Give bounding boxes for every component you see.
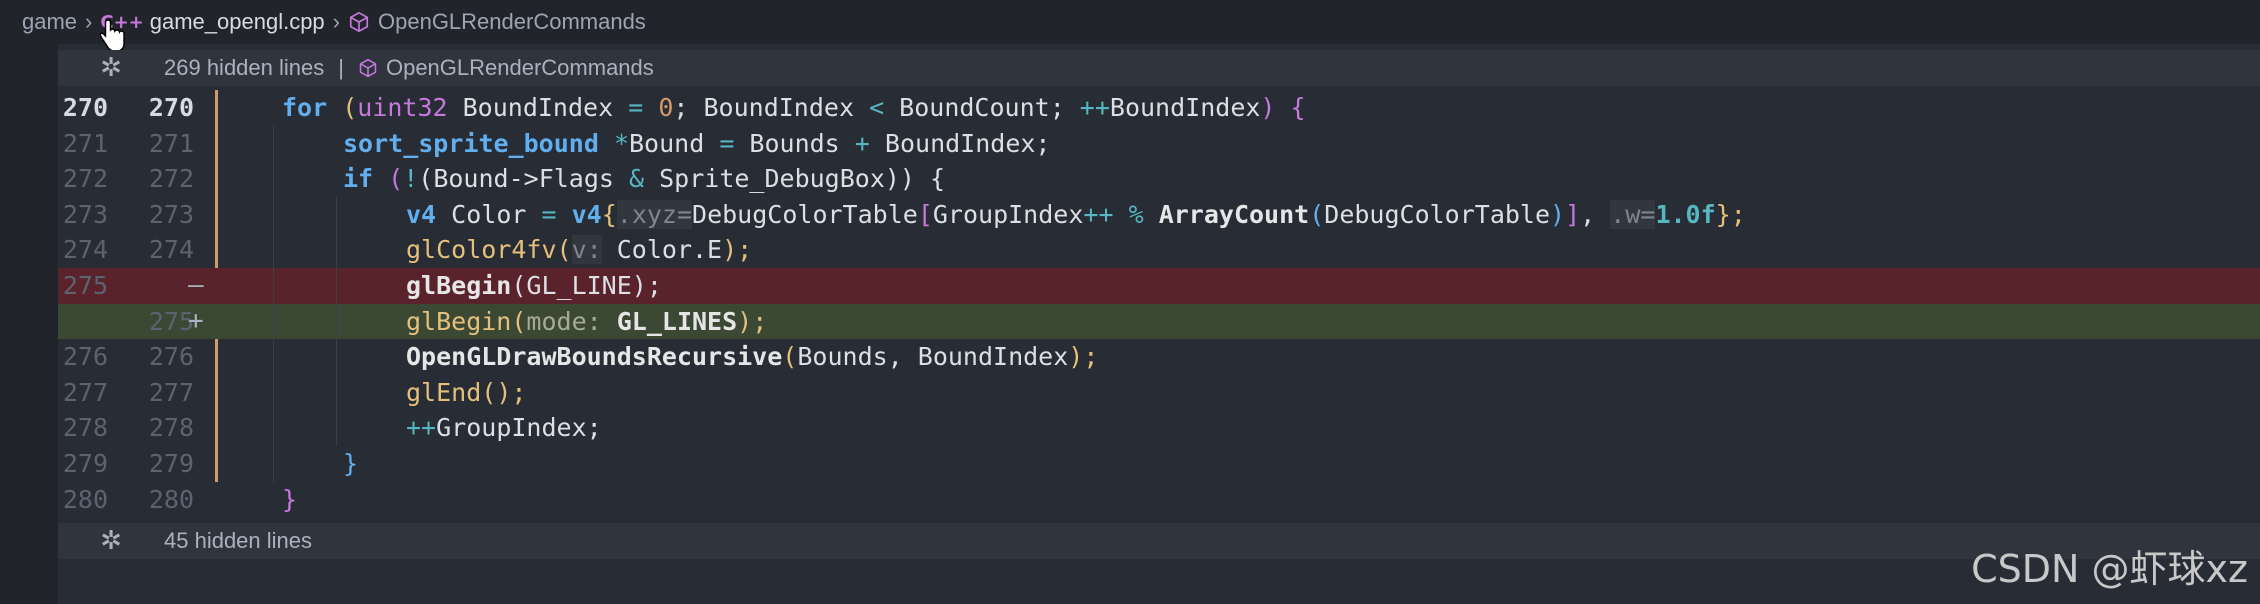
line-number-old: 273 — [62, 199, 108, 229]
code-area[interactable]: 270 270 for (uint32 BoundIndex = 0; Boun… — [58, 90, 2260, 522]
indent-guide — [273, 374, 274, 411]
chevron-right-icon: › — [85, 9, 93, 34]
line-number-new: 279 — [148, 449, 194, 478]
code-text: } — [282, 484, 298, 514]
modified-gutter-marker — [215, 125, 218, 162]
hidden-lines-count: 269 hidden lines — [164, 55, 325, 80]
line-number-old: 272 — [62, 164, 108, 194]
code-text: glColor4fv(v: Color.E); — [406, 235, 753, 265]
diff-editor: game › C++ game_opengl.cpp › OpenGLRende… — [0, 0, 2260, 604]
editor-left-margin — [0, 44, 58, 604]
code-line: 277 277 glEnd(); — [58, 374, 2260, 411]
indent-guide — [273, 303, 274, 340]
code-line: 272 272 if (!(Bound->Flags & Sprite_Debu… — [58, 161, 2260, 197]
line-number-old: 280 — [62, 484, 108, 514]
code-text: } — [343, 449, 359, 478]
code-line: 274 274 glColor4fv(v: Color.E); — [58, 232, 2260, 268]
line-number-new: 280 — [148, 484, 194, 514]
code-line: 280 280 } — [58, 482, 2260, 518]
code-line: 278 278 ++GroupIndex; — [58, 410, 2260, 446]
indent-guide — [273, 410, 274, 446]
code-text: sort_sprite_bound *Bound = Bounds + Boun… — [343, 128, 1051, 158]
indent-guide — [336, 303, 337, 340]
unfold-icon[interactable]: ✲ — [58, 53, 164, 83]
line-number-old: 276 — [62, 342, 108, 372]
modified-gutter-marker — [215, 196, 218, 233]
indent-guide — [336, 268, 337, 304]
code-text: OpenGLDrawBoundsRecursive(Bounds, BoundI… — [406, 342, 1099, 372]
indent-guide — [273, 339, 274, 375]
indent-guide — [273, 196, 274, 233]
breadcrumb-folder[interactable]: game — [22, 9, 77, 35]
line-number-new: 270 — [148, 93, 194, 122]
code-text: glBegin(GL_LINE); — [406, 271, 662, 300]
line-number-new: 275 — [148, 306, 194, 336]
breadcrumb-file[interactable]: game_opengl.cpp — [150, 9, 325, 35]
code-line: 276 276 OpenGLDrawBoundsRecursive(Bounds… — [58, 339, 2260, 375]
indent-guide — [273, 446, 274, 482]
line-number-new: 272 — [148, 164, 194, 194]
line-number-old: 277 — [62, 377, 108, 407]
indent-guide — [273, 125, 274, 162]
code-text: for (uint32 BoundIndex = 0; BoundIndex <… — [282, 93, 1306, 122]
code-text: glBegin(mode: GL_LINES); — [406, 306, 768, 336]
hidden-lines-top[interactable]: ✲ 269 hidden lines | OpenGLRenderCommand… — [58, 50, 2260, 86]
line-number-new: 277 — [148, 377, 194, 407]
added-marker: + — [188, 305, 204, 336]
modified-gutter-marker — [215, 446, 218, 482]
code-line: 271 271 sort_sprite_bound *Bound = Bound… — [58, 125, 2260, 162]
code-line: 279 279 } — [58, 446, 2260, 482]
watermark: CSDN @虾球xz — [1971, 547, 2248, 591]
indent-guide — [336, 339, 337, 375]
separator: | — [338, 55, 344, 80]
line-number-old: 270 — [62, 93, 108, 122]
indent-guide — [273, 268, 274, 304]
modified-gutter-marker — [215, 374, 218, 411]
removed-marker: — — [188, 270, 204, 300]
code-text: ++GroupIndex; — [406, 413, 602, 443]
indent-guide — [336, 232, 337, 268]
modified-gutter-marker — [215, 161, 218, 197]
line-number-old: 274 — [62, 235, 108, 265]
modified-gutter-marker — [215, 410, 218, 446]
line-number-new: 273 — [148, 199, 194, 229]
cube-icon — [349, 11, 369, 33]
modified-gutter-marker — [215, 339, 218, 375]
indent-guide — [336, 410, 337, 446]
line-number-new: 271 — [148, 128, 194, 158]
hidden-lines-count: 45 hidden lines — [164, 528, 313, 553]
hidden-lines-bottom[interactable]: ✲ 45 hidden lines — [58, 523, 2260, 559]
cube-icon — [359, 58, 377, 78]
added-line: 275 + glBegin(mode: GL_LINES); — [58, 303, 2260, 340]
line-number-new: 278 — [148, 413, 194, 443]
code-line: 273 273 v4 Color = v4{.xyz=DebugColorTab… — [58, 196, 2260, 233]
breadcrumb-symbol[interactable]: OpenGLRenderCommands — [378, 9, 646, 35]
indent-guide — [273, 161, 274, 197]
line-number-new: 274 — [148, 235, 194, 265]
hand-pointer-icon — [100, 19, 125, 52]
code-text: glEnd(); — [406, 377, 527, 407]
hidden-lines-symbol[interactable]: OpenGLRenderCommands — [386, 55, 654, 81]
chevron-right-icon: › — [332, 9, 340, 34]
modified-gutter-marker — [215, 90, 218, 126]
code-text: v4 Color = v4{.xyz=DebugColorTable[Group… — [406, 199, 1746, 229]
line-number-old: 275 — [62, 271, 108, 300]
line-number-old: 271 — [62, 128, 108, 158]
breadcrumb: game › C++ game_opengl.cpp › OpenGLRende… — [0, 0, 2260, 44]
line-number-old: 278 — [62, 413, 108, 443]
code-text: if (!(Bound->Flags & Sprite_DebugBox)) { — [343, 164, 946, 194]
modified-gutter-marker — [215, 232, 218, 268]
line-number-old: 279 — [62, 449, 108, 478]
indent-guide — [336, 196, 337, 233]
indent-guide — [273, 232, 274, 268]
unfold-icon[interactable]: ✲ — [58, 526, 164, 556]
code-line: 270 270 for (uint32 BoundIndex = 0; Boun… — [58, 90, 2260, 126]
line-number-new: 276 — [148, 342, 194, 372]
indent-guide — [336, 374, 337, 411]
removed-line: 275 — glBegin(GL_LINE); — [58, 268, 2260, 304]
